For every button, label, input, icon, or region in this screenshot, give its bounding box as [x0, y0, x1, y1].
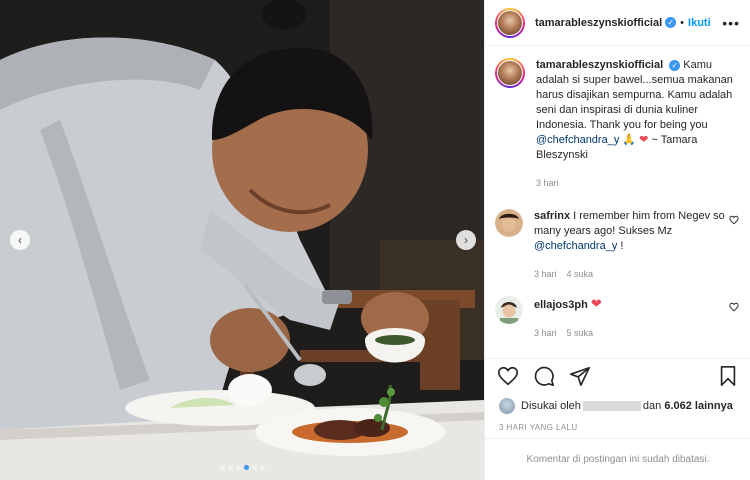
separator-dot: • — [680, 16, 685, 29]
avatar[interactable] — [495, 7, 525, 38]
caption: tamarableszynskiofficial ✓ Kamu adalah s… — [485, 46, 750, 191]
comment-item: ellajos3ph ❤ 3 hari 5 suka — [485, 282, 750, 341]
heart-icon[interactable] — [497, 365, 519, 387]
chevron-right-icon: › — [464, 233, 468, 247]
comment-icon[interactable] — [533, 365, 555, 387]
post-action-bar — [485, 358, 750, 392]
post-header: tamarableszynskiofficial ✓ • Ikuti ••• — [485, 0, 750, 46]
post-username[interactable]: tamarableszynskiofficial — [535, 17, 662, 29]
comment-mention-link[interactable]: @chefchandra_y — [534, 240, 617, 252]
next-photo-button[interactable]: › — [456, 230, 476, 250]
avatar[interactable] — [495, 296, 523, 324]
comment-like-button[interactable] — [727, 296, 741, 341]
heart-icon — [729, 302, 739, 312]
caption-mention-link[interactable]: @chefchandra_y — [536, 134, 619, 146]
comment-username[interactable]: safrinx — [534, 210, 570, 222]
follow-button[interactable]: Ikuti — [688, 17, 711, 29]
share-icon[interactable] — [569, 365, 591, 387]
carousel-dot — [259, 465, 265, 470]
carousel-indicator — [0, 465, 484, 470]
comment-like-count[interactable]: 5 suka — [567, 326, 594, 341]
carousel-dot — [251, 465, 257, 470]
post-date[interactable]: 3 HARI YANG LALU — [499, 423, 578, 432]
carousel-dot-active — [243, 465, 249, 470]
carousel-dot — [227, 465, 233, 470]
red-heart-emoji-icon: ❤ — [639, 134, 649, 146]
likes-count-link[interactable]: 6.062 lainnya — [664, 400, 733, 412]
verified-badge-icon: ✓ — [665, 17, 677, 28]
comment-text-end: ! — [620, 240, 624, 252]
bookmark-icon[interactable] — [717, 365, 739, 387]
comment-like-count[interactable]: 4 suka — [567, 267, 594, 282]
heart-icon — [729, 215, 739, 225]
red-heart-emoji-icon: ❤ — [590, 296, 602, 311]
caption-timestamp[interactable]: 3 hari — [536, 176, 559, 191]
carousel-dot — [235, 465, 241, 470]
post-photo[interactable]: ‹ › — [0, 0, 484, 480]
likes-summary: Disukai oleh dan 6.062 lainnya — [499, 398, 740, 414]
blurred-username — [582, 401, 641, 411]
caption-username[interactable]: tamarableszynskiofficial — [536, 59, 663, 71]
chef-photo-illustration — [0, 0, 484, 480]
comments-list[interactable]: tamarableszynskiofficial ✓ Kamu adalah s… — [485, 46, 750, 352]
carousel-dot — [219, 465, 225, 470]
chevron-left-icon: ‹ — [18, 233, 22, 247]
more-options-button[interactable]: ••• — [722, 15, 740, 31]
previous-photo-button[interactable]: ‹ — [10, 230, 30, 250]
avatar[interactable] — [495, 209, 523, 237]
likes-connector: dan — [642, 400, 662, 412]
comment-timestamp[interactable]: 3 hari — [534, 326, 557, 341]
comments-restricted-notice: Komentar di postingan ini sudah dibatasi… — [485, 438, 750, 480]
comment-like-button[interactable] — [727, 209, 741, 282]
pray-emoji-icon: 🙏 — [622, 134, 637, 146]
verified-badge-icon: ✓ — [669, 60, 681, 71]
post-side-panel: tamarableszynskiofficial ✓ • Ikuti ••• t… — [484, 0, 750, 480]
likes-prefix: Disukai oleh — [521, 400, 581, 412]
comment-timestamp[interactable]: 3 hari — [534, 267, 557, 282]
comment-username[interactable]: ellajos3ph — [534, 299, 588, 311]
avatar[interactable] — [495, 58, 525, 88]
avatar[interactable] — [499, 398, 515, 414]
comment-item: safrinx I remember him from Negev so man… — [485, 191, 750, 282]
